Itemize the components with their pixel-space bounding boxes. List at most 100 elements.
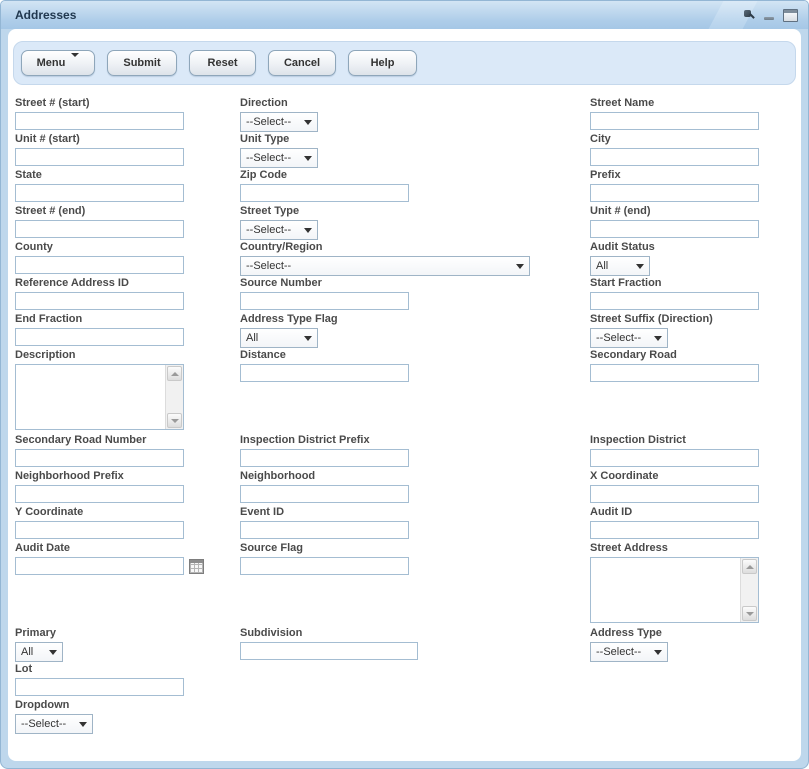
audit-status-select[interactable]: All xyxy=(590,256,650,276)
field-address-type-flag: Address Type Flag All xyxy=(240,313,338,348)
chevron-down-icon xyxy=(304,336,312,341)
distance-input[interactable] xyxy=(240,364,409,382)
field-end-fraction: End Fraction xyxy=(15,313,184,346)
city-label: City xyxy=(590,133,759,145)
scroll-up-icon[interactable] xyxy=(167,366,182,381)
field-start-fraction: Start Fraction xyxy=(590,277,759,310)
scroll-up-icon[interactable] xyxy=(742,559,757,574)
field-description: Description xyxy=(15,349,184,430)
end-fraction-label: End Fraction xyxy=(15,313,184,325)
prefix-input[interactable] xyxy=(590,184,759,202)
field-source-number: Source Number xyxy=(240,277,409,310)
reference-address-id-input[interactable] xyxy=(15,292,184,310)
description-label: Description xyxy=(15,349,184,361)
maximize-icon[interactable] xyxy=(783,9,798,22)
direction-select[interactable]: --Select-- xyxy=(240,112,318,132)
field-y-coordinate: Y Coordinate xyxy=(15,506,184,539)
y-coordinate-input[interactable] xyxy=(15,521,184,539)
street-type-select-value: --Select-- xyxy=(246,224,291,236)
secondary-road-number-input[interactable] xyxy=(15,449,184,467)
street-address-scrollbar[interactable] xyxy=(740,558,758,622)
source-flag-input[interactable] xyxy=(240,557,409,575)
field-subdivision: Subdivision xyxy=(240,627,418,660)
field-lot: Lot xyxy=(15,663,184,696)
chevron-down-icon xyxy=(516,264,524,269)
street-number-end-label: Street # (end) xyxy=(15,205,184,217)
event-id-input[interactable] xyxy=(240,521,409,539)
y-coordinate-label: Y Coordinate xyxy=(15,506,184,518)
neighborhood-prefix-input[interactable] xyxy=(15,485,184,503)
scroll-down-icon[interactable] xyxy=(742,606,757,621)
dropdown-select[interactable]: --Select-- xyxy=(15,714,93,734)
neighborhood-prefix-label: Neighborhood Prefix xyxy=(15,470,184,482)
subdivision-input[interactable] xyxy=(240,642,418,660)
unit-type-select[interactable]: --Select-- xyxy=(240,148,318,168)
minimize-icon[interactable] xyxy=(764,17,774,20)
address-type-flag-select[interactable]: All xyxy=(240,328,318,348)
state-label: State xyxy=(15,169,184,181)
primary-select[interactable]: All xyxy=(15,642,63,662)
address-type-label: Address Type xyxy=(590,627,668,639)
chevron-down-icon xyxy=(304,228,312,233)
street-address-textarea[interactable] xyxy=(590,557,759,623)
street-number-start-label: Street # (start) xyxy=(15,97,184,109)
field-audit-date: Audit Date xyxy=(15,542,184,575)
field-direction: Direction --Select-- xyxy=(240,97,318,132)
inspection-district-label: Inspection District xyxy=(590,434,759,446)
pin-icon[interactable] xyxy=(744,10,755,21)
calendar-icon[interactable] xyxy=(189,559,204,574)
audit-date-input[interactable] xyxy=(15,557,184,575)
street-suffix-direction-select[interactable]: --Select-- xyxy=(590,328,668,348)
country-region-select[interactable]: --Select-- xyxy=(240,256,530,276)
field-unit-type: Unit Type --Select-- xyxy=(240,133,318,168)
address-search-form: Street # (start) Direction --Select-- St… xyxy=(8,29,801,761)
zip-code-input[interactable] xyxy=(240,184,409,202)
audit-status-select-value: All xyxy=(596,260,608,272)
inspection-district-input[interactable] xyxy=(590,449,759,467)
field-neighborhood: Neighborhood xyxy=(240,470,409,503)
description-scrollbar[interactable] xyxy=(165,365,183,429)
unit-number-start-input[interactable] xyxy=(15,148,184,166)
dropdown-label: Dropdown xyxy=(15,699,93,711)
unit-number-start-label: Unit # (start) xyxy=(15,133,184,145)
lot-input[interactable] xyxy=(15,678,184,696)
county-input[interactable] xyxy=(15,256,184,274)
field-street-number-end: Street # (end) xyxy=(15,205,184,238)
source-number-label: Source Number xyxy=(240,277,409,289)
audit-id-input[interactable] xyxy=(590,521,759,539)
prefix-label: Prefix xyxy=(590,169,759,181)
street-name-input[interactable] xyxy=(590,112,759,130)
end-fraction-input[interactable] xyxy=(15,328,184,346)
state-input[interactable] xyxy=(15,184,184,202)
description-textarea[interactable] xyxy=(15,364,184,430)
field-country-region: Country/Region --Select-- xyxy=(240,241,530,276)
field-zip-code: Zip Code xyxy=(240,169,409,202)
chevron-down-icon xyxy=(49,650,57,655)
chevron-down-icon xyxy=(636,264,644,269)
scroll-down-icon[interactable] xyxy=(167,413,182,428)
secondary-road-input[interactable] xyxy=(590,364,759,382)
address-type-flag-select-value: All xyxy=(246,332,258,344)
street-type-select[interactable]: --Select-- xyxy=(240,220,318,240)
inspection-district-prefix-input[interactable] xyxy=(240,449,409,467)
source-number-input[interactable] xyxy=(240,292,409,310)
field-secondary-road: Secondary Road xyxy=(590,349,759,382)
address-type-select[interactable]: --Select-- xyxy=(590,642,668,662)
field-event-id: Event ID xyxy=(240,506,409,539)
event-id-label: Event ID xyxy=(240,506,409,518)
window-content: Menu Submit Reset Cancel Help Street # (… xyxy=(8,29,801,761)
street-number-start-input[interactable] xyxy=(15,112,184,130)
chevron-down-icon xyxy=(304,120,312,125)
street-number-end-input[interactable] xyxy=(15,220,184,238)
start-fraction-label: Start Fraction xyxy=(590,277,759,289)
street-type-label: Street Type xyxy=(240,205,318,217)
street-name-label: Street Name xyxy=(590,97,759,109)
neighborhood-input[interactable] xyxy=(240,485,409,503)
unit-number-end-input[interactable] xyxy=(590,220,759,238)
country-region-label: Country/Region xyxy=(240,241,530,253)
city-input[interactable] xyxy=(590,148,759,166)
x-coordinate-input[interactable] xyxy=(590,485,759,503)
source-flag-label: Source Flag xyxy=(240,542,409,554)
dropdown-select-value: --Select-- xyxy=(21,718,66,730)
start-fraction-input[interactable] xyxy=(590,292,759,310)
